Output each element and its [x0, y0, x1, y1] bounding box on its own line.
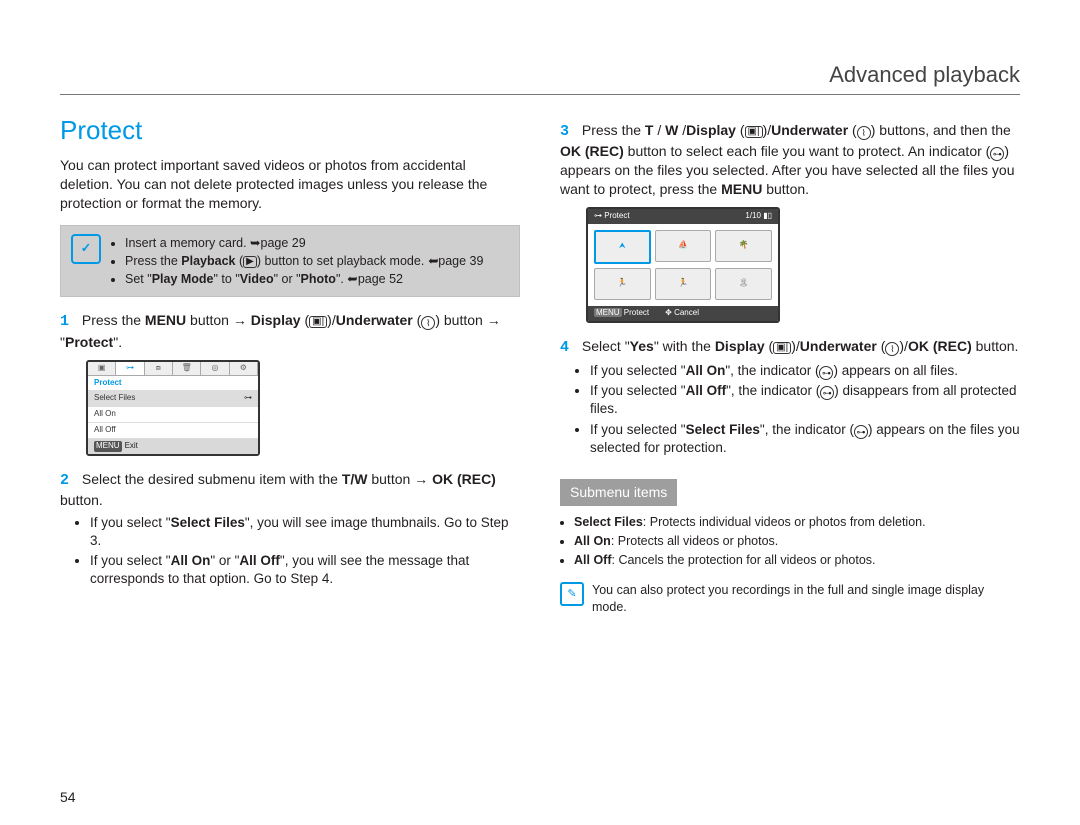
- prereq-item: Set "Play Mode" to "Video" or "Photo". ➥…: [125, 271, 483, 288]
- display-icon: ▣|: [773, 342, 791, 354]
- fig-menu-title: Protect: [88, 376, 258, 392]
- underwater-icon: ⌇: [885, 342, 899, 356]
- prereq-item: Press the Playback (▶) button to set pla…: [125, 253, 483, 270]
- left-column: Protect You can protect important saved …: [60, 113, 520, 616]
- fig2-grid: ⮝ ⛵ 🌴 🏃 🏃 🏝: [588, 224, 778, 306]
- thumbnail: ⛵: [655, 230, 712, 262]
- tab-icon: 🗑: [173, 362, 201, 375]
- submenu-item: All On: Protects all videos or photos.: [574, 533, 1020, 550]
- menu-tag-icon: MENU: [94, 441, 122, 452]
- manual-page: Advanced playback Protect You can protec…: [0, 0, 1080, 825]
- step-number: 1: [60, 312, 78, 332]
- key-icon: ⊶: [820, 386, 834, 400]
- right-column: 3 Press the T / W /Display (▣|)/Underwat…: [560, 113, 1020, 616]
- bullet: If you select "All On" or "All Off", you…: [90, 552, 520, 588]
- step-2: 2 Select the desired submenu item with t…: [60, 470, 520, 589]
- step-2-text: Select the desired submenu item with the…: [60, 471, 496, 508]
- header-bar: Advanced playback: [60, 60, 1020, 95]
- footnote: ✎ You can also protect you recordings in…: [560, 582, 1020, 616]
- bullet: If you selected "Select Files", the indi…: [590, 421, 1020, 457]
- check-icon: ✓: [71, 234, 101, 264]
- tab-icon: ▣: [88, 362, 116, 375]
- fig-menu-item: All On: [88, 407, 258, 423]
- fig-menu-list: Protect Select Files⊶ All On All Off: [88, 376, 258, 439]
- figure-thumbnail-screen: ⊶ Protect 1/10 ▮▯ ⮝ ⛵ 🌴 🏃 🏃 🏝 MENU Prote…: [586, 207, 780, 323]
- fig-tabbar: ▣ ⊶ ⧈ 🗑 ◎ ⚙: [88, 362, 258, 376]
- tab-icon: ⊶: [116, 362, 144, 375]
- step-number: 3: [560, 122, 578, 142]
- section-heading: Protect: [60, 113, 520, 148]
- step-number: 4: [560, 338, 578, 358]
- step-4: 4 Select "Yes" with the Display (▣|)/Und…: [560, 337, 1020, 457]
- joystick-icon: ✥: [665, 308, 672, 317]
- fig2-header: ⊶ Protect 1/10 ▮▯: [588, 209, 778, 224]
- submenu-item: Select Files: Protects individual videos…: [574, 514, 1020, 531]
- step-2-bullets: If you select "Select Files", you will s…: [90, 514, 520, 589]
- prereq-item: Insert a memory card. ➥page 29: [125, 235, 483, 252]
- key-icon: ⊶: [990, 147, 1004, 161]
- thumbnail: 🏃: [594, 268, 651, 300]
- tab-icon: ⧈: [145, 362, 173, 375]
- bullet: If you selected "All Off", the indicator…: [590, 382, 1020, 418]
- key-icon: ⊶: [819, 366, 833, 380]
- underwater-icon: ⌇: [857, 126, 871, 140]
- submenu-item: All Off: Cancels the protection for all …: [574, 552, 1020, 569]
- step-number: 2: [60, 471, 78, 491]
- step-4-bullets: If you selected "All On", the indicator …: [590, 362, 1020, 457]
- check-glyph: ✓: [81, 240, 91, 257]
- step-3-text: Press the T / W /Display (▣|)/Underwater…: [560, 122, 1015, 197]
- step-1: 1 Press the MENU button → Display (▣|)/U…: [60, 311, 520, 351]
- header-title: Advanced playback: [829, 60, 1020, 90]
- page-number: 54: [60, 788, 76, 807]
- submenu-heading: Submenu items: [560, 479, 677, 506]
- underwater-icon: ⌇: [421, 316, 435, 330]
- thumbnail: 🏝: [715, 268, 772, 300]
- bullet: If you select "Select Files", you will s…: [90, 514, 520, 550]
- submenu-list: Select Files: Protects individual videos…: [574, 514, 1020, 569]
- display-icon: ▣|: [309, 316, 327, 328]
- lock-icon: ⊶: [244, 393, 252, 404]
- fig2-footer: MENU Protect ✥ Cancel: [588, 306, 778, 321]
- pencil-icon: ✎: [560, 582, 584, 606]
- figure-menu-screen: ▣ ⊶ ⧈ 🗑 ◎ ⚙ Protect Select Files⊶ All On…: [86, 360, 260, 456]
- prerequisite-box: ✓ Insert a memory card. ➥page 29 Press t…: [60, 225, 520, 298]
- bullet: If you selected "All On", the indicator …: [590, 362, 1020, 380]
- battery-icon: ▮▯: [763, 211, 772, 220]
- key-icon: ⊶: [854, 425, 868, 439]
- fig-footer: MENU Exit: [88, 439, 258, 454]
- prerequisite-list: Insert a memory card. ➥page 29 Press the…: [111, 234, 483, 289]
- display-icon: ▣|: [745, 126, 763, 138]
- intro-paragraph: You can protect important saved videos o…: [60, 156, 520, 213]
- thumbnail: 🏃: [655, 268, 712, 300]
- step-3: 3 Press the T / W /Display (▣|)/Underwat…: [560, 121, 1020, 199]
- tab-icon: ◎: [201, 362, 229, 375]
- fig-menu-item: Select Files⊶: [88, 391, 258, 407]
- step-4-text: Select "Yes" with the Display (▣|)/Under…: [582, 338, 1019, 354]
- step-1-text: Press the MENU button → Display (▣|)/Und…: [60, 312, 501, 349]
- two-column-layout: Protect You can protect important saved …: [60, 113, 1020, 616]
- fig-menu-item: All Off: [88, 423, 258, 439]
- thumbnail: ⮝: [594, 230, 651, 264]
- menu-tag-icon: MENU: [594, 308, 622, 317]
- footnote-text: You can also protect you recordings in t…: [592, 582, 1020, 616]
- tab-icon: ⚙: [230, 362, 258, 375]
- key-icon: ⊶: [594, 211, 602, 220]
- thumbnail: 🌴: [715, 230, 772, 262]
